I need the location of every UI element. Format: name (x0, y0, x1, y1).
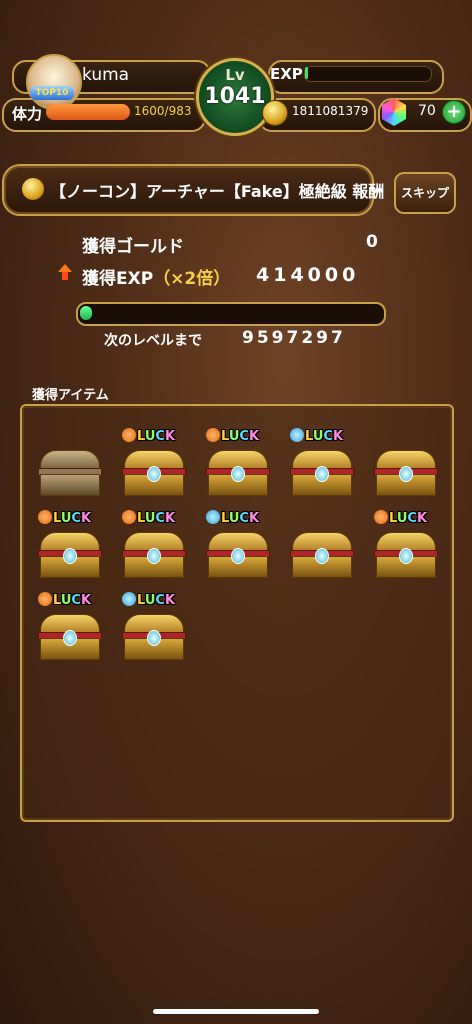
reward-chest[interactable] (122, 614, 186, 660)
next-level-fill (80, 306, 92, 320)
reward-chest[interactable] (122, 532, 186, 578)
items-panel: LUCK LUCK LUCK LUCK LUCK LUCK LUCK LUCK LUCK (20, 404, 454, 822)
potion-icon (290, 428, 304, 442)
exp-multiplier: （×2倍） (153, 269, 231, 289)
clover-icon (206, 428, 220, 442)
clover-icon (38, 592, 52, 606)
exp-fill (305, 67, 308, 79)
clover-icon (38, 510, 52, 524)
level-number: 1041 (204, 84, 266, 109)
next-level-track (76, 302, 386, 326)
items-title: 獲得アイテム (32, 388, 109, 403)
luck-badge: LUCK (122, 592, 175, 608)
reward-chest[interactable] (38, 614, 102, 660)
reward-chest[interactable] (206, 450, 270, 496)
reward-chest[interactable] (38, 450, 102, 496)
reward-chest[interactable] (290, 450, 354, 496)
clover-icon (374, 510, 388, 524)
stamina-fill (46, 104, 130, 120)
stamina-label: 体力 (12, 105, 43, 123)
gold-coin-icon (262, 100, 288, 126)
luck-badge: LUCK (122, 510, 175, 526)
level-label: Lv (225, 66, 245, 84)
luck-badge: LUCK (290, 428, 343, 444)
quest-element-icon (22, 178, 44, 200)
exp-earned-text: 獲得EXP (82, 269, 154, 289)
avatar[interactable] (26, 54, 82, 110)
reward-chest[interactable] (38, 532, 102, 578)
reward-chest[interactable] (122, 450, 186, 496)
gem-value: 70 (418, 103, 436, 119)
player-name: kuma (82, 65, 130, 85)
reward-chest[interactable] (206, 532, 270, 578)
exp-earned-value: 414000 (256, 264, 360, 286)
stamina-value: 1600/983 (134, 104, 192, 118)
potion-icon (122, 592, 136, 606)
home-indicator[interactable] (153, 1009, 319, 1014)
add-gems-button[interactable]: + (442, 100, 466, 124)
luck-badge: LUCK (38, 510, 91, 526)
luck-badge: LUCK (206, 510, 259, 526)
clover-icon (122, 510, 136, 524)
gold-value: 1811081379 (292, 104, 369, 118)
next-level-label: 次のレベルまで (104, 333, 202, 349)
luck-badge: LUCK (38, 592, 91, 608)
exp-up-arrow-icon (58, 264, 72, 272)
potion-icon (206, 510, 220, 524)
rank-badge: TOP10 (30, 86, 74, 100)
reward-chest[interactable] (290, 532, 354, 578)
skip-button[interactable]: スキップ (394, 172, 456, 214)
quest-title: 【ノーコン】アーチャー【Fake】極絶級 報酬 (50, 182, 385, 201)
gold-earned-label: 獲得ゴールド (82, 237, 184, 257)
exp-up-arrow-stem (62, 272, 68, 280)
clover-icon (122, 428, 136, 442)
exp-earned-label: 獲得EXP（×2倍） (82, 264, 230, 289)
gold-earned-value: 0 (366, 232, 378, 252)
exp-track (304, 66, 432, 82)
luck-badge: LUCK (374, 510, 427, 526)
reward-chest[interactable] (374, 450, 438, 496)
next-level-value: 9597297 (242, 328, 346, 348)
reward-chest[interactable] (374, 532, 438, 578)
luck-badge: LUCK (122, 428, 175, 444)
exp-label: EXP (270, 65, 303, 83)
luck-badge: LUCK (206, 428, 259, 444)
